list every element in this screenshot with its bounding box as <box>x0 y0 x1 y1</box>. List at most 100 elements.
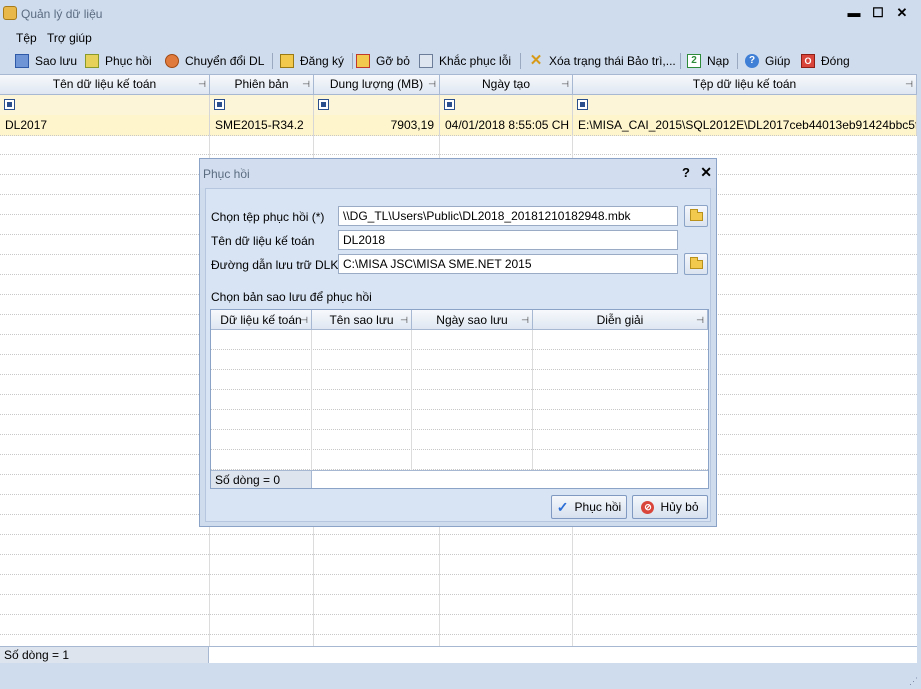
empty-row <box>0 615 917 635</box>
data-name-input[interactable]: DL2018 <box>338 230 678 250</box>
column-header-label: Tệp dữ liệu kế toán <box>692 77 797 91</box>
empty-row <box>0 535 917 555</box>
column-divider <box>411 330 412 470</box>
toolbar: Sao lưu Phục hồi Chuyển đổi DL Đăng ký G… <box>0 49 921 73</box>
column-header-file[interactable]: Tệp dữ liệu kế toán ⊣ <box>573 75 917 94</box>
restore-icon <box>85 54 99 68</box>
menu-item-help[interactable]: Trợ giúp <box>47 31 92 45</box>
column-divider <box>311 330 312 470</box>
path-label: Đường dẫn lưu trữ DLKT <box>211 258 346 272</box>
filter-cell[interactable] <box>440 95 573 115</box>
grid-status-bar: Số dòng = 1 <box>0 646 917 664</box>
clear-maintenance-icon: ✕ <box>529 52 543 69</box>
pin-icon[interactable]: ⊣ <box>696 310 704 330</box>
convert-icon <box>165 54 179 68</box>
backup-label: Sao lưu <box>35 54 78 68</box>
fix-errors-button[interactable]: Khắc phục lỗi <box>419 52 511 70</box>
reload-label: Nạp <box>707 54 730 68</box>
cell-file: E:\MISA_CAI_2015\SQL2012E\DL2017ceb44013… <box>573 115 917 135</box>
pin-icon[interactable]: ⊣ <box>905 75 913 94</box>
browse-file-button[interactable] <box>684 205 708 227</box>
restore-button[interactable]: Phục hồi <box>85 52 152 70</box>
backup-button[interactable]: Sao lưu <box>15 52 77 70</box>
backup-column-label: Dữ liệu kế toán <box>220 313 302 327</box>
cell-version: SME2015-R34.2 <box>210 115 314 135</box>
filter-icon[interactable] <box>214 99 225 110</box>
backup-column-label: Tên sao lưu <box>329 313 394 327</box>
reload-button[interactable]: 2 Nạp <box>687 52 729 70</box>
dialog-title: Phục hồi <box>203 167 250 181</box>
filter-icon[interactable] <box>444 99 455 110</box>
restore-confirm-button[interactable]: ✓ Phục hồi <box>551 495 627 519</box>
column-header-name[interactable]: Tên dữ liệu kế toán ⊣ <box>0 75 210 94</box>
clear-maintenance-button[interactable]: ✕ Xóa trạng thái Bảo trì,... <box>529 52 676 70</box>
pin-icon[interactable]: ⊣ <box>561 75 569 94</box>
close-button[interactable]: ✕ <box>891 4 913 22</box>
exit-button[interactable]: O Đóng <box>801 52 850 70</box>
toolbar-separator <box>680 53 681 69</box>
convert-button[interactable]: Chuyển đổi DL <box>165 52 264 70</box>
column-header-label: Ngày tạo <box>481 77 531 91</box>
filter-icon[interactable] <box>318 99 329 110</box>
name-label: Tên dữ liệu kế toán <box>211 234 315 248</box>
power-icon: O <box>801 54 815 68</box>
filter-cell[interactable] <box>314 95 440 115</box>
backup-column-header[interactable]: Tên sao lưu ⊣ <box>312 310 412 330</box>
empty-row <box>0 575 917 595</box>
storage-path-input[interactable]: C:\MISA JSC\MISA SME.NET 2015 <box>338 254 678 274</box>
register-icon <box>280 54 294 68</box>
convert-label: Chuyển đổi DL <box>185 54 265 68</box>
column-header-size[interactable]: Dung lượng (MB) ⊣ <box>314 75 440 94</box>
help-button[interactable]: ? Giúp <box>745 52 790 70</box>
filter-cell[interactable] <box>0 95 210 115</box>
backup-icon <box>15 54 29 68</box>
empty-row <box>0 555 917 575</box>
dialog-help-button[interactable]: ? <box>682 165 690 180</box>
help-icon: ? <box>745 54 759 68</box>
menu-bar: Tệp Trợ giúp <box>0 28 921 48</box>
backup-column-header[interactable]: Dữ liệu kế toán ⊣ <box>211 310 312 330</box>
table-row[interactable]: DL2017 SME2015-R34.2 7903,19 04/01/2018 … <box>0 115 917 136</box>
column-header-created[interactable]: Ngày tạo ⊣ <box>440 75 573 94</box>
pin-icon[interactable]: ⊣ <box>521 310 529 330</box>
pin-icon[interactable]: ⊣ <box>302 75 310 94</box>
app-icon <box>3 6 17 20</box>
pin-icon[interactable]: ⊣ <box>300 310 308 330</box>
backup-column-header[interactable]: Diễn giải ⊣ <box>533 310 708 330</box>
filter-icon[interactable] <box>4 99 15 110</box>
empty-row <box>211 430 708 450</box>
register-label: Đăng ký <box>300 54 345 68</box>
empty-row <box>211 370 708 390</box>
filter-cell[interactable] <box>573 95 917 115</box>
menu-item-file[interactable]: Tệp <box>16 31 37 45</box>
folder-icon <box>690 257 703 269</box>
filter-icon[interactable] <box>577 99 588 110</box>
browse-path-button[interactable] <box>684 253 708 275</box>
pin-icon[interactable]: ⊣ <box>400 310 408 330</box>
empty-row <box>211 410 708 430</box>
restore-file-input[interactable]: \\DG_TL\Users\Public\DL2018_201812101829… <box>338 206 678 226</box>
backup-column-header[interactable]: Ngày sao lưu ⊣ <box>412 310 533 330</box>
pin-icon[interactable]: ⊣ <box>428 75 436 94</box>
backup-column-label: Diễn giải <box>596 313 644 327</box>
dialog-body: Chọn tệp phục hồi (*) \\DG_TL\Users\Publ… <box>205 188 711 522</box>
cell-created: 04/01/2018 8:55:05 CH <box>440 115 573 135</box>
column-header-label: Dung lượng (MB) <box>329 77 424 91</box>
column-header-label: Tên dữ liệu kế toán <box>52 77 157 91</box>
folder-icon <box>690 209 703 221</box>
cancel-button[interactable]: ⊘ Hủy bỏ <box>632 495 708 519</box>
fix-icon <box>419 54 433 68</box>
minimize-button[interactable]: ▬ <box>843 4 865 22</box>
remove-button[interactable]: Gỡ bỏ <box>356 52 410 70</box>
filter-cell[interactable] <box>210 95 314 115</box>
register-button[interactable]: Đăng ký <box>280 52 344 70</box>
toolbar-separator <box>272 53 273 69</box>
column-header-version[interactable]: Phiên bản ⊣ <box>210 75 314 94</box>
remove-label: Gỡ bỏ <box>376 54 410 68</box>
dialog-close-button[interactable]: ✕ <box>700 164 712 181</box>
resize-grip-icon[interactable]: ⋰ <box>909 676 918 687</box>
pin-icon[interactable]: ⊣ <box>198 75 206 94</box>
column-header-label: Phiên bản <box>234 77 289 91</box>
maximize-button[interactable]: ☐ <box>867 4 889 22</box>
exit-label: Đóng <box>821 54 850 68</box>
